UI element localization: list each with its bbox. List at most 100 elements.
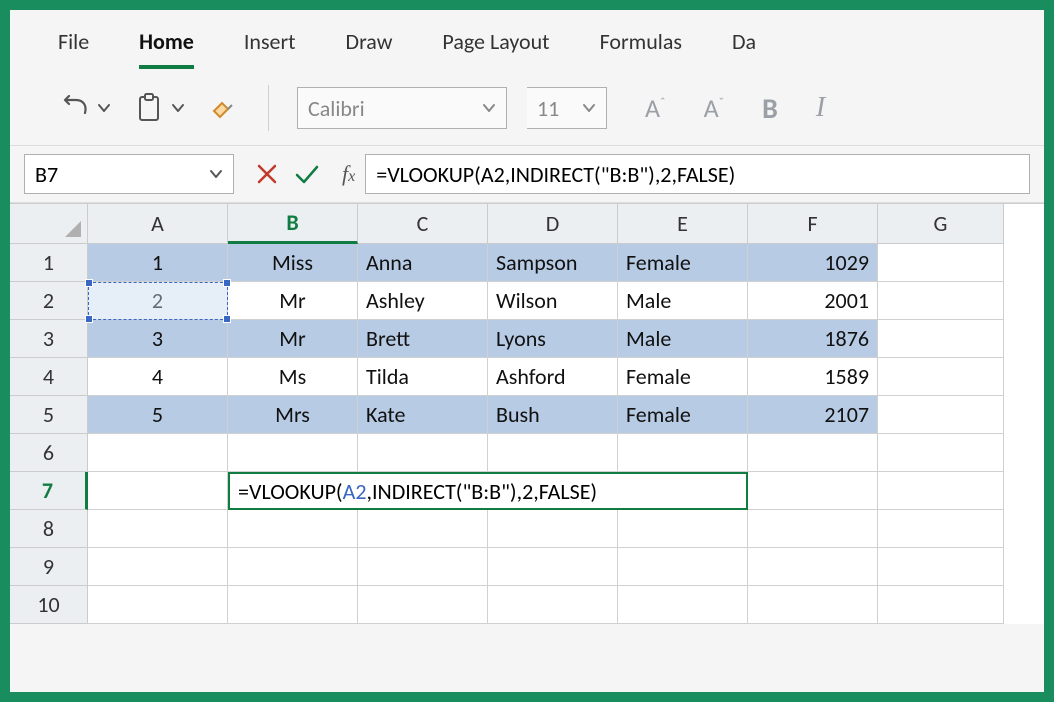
cell-E1[interactable]: Female xyxy=(618,244,748,282)
cell-D3[interactable]: Lyons xyxy=(488,320,618,358)
cell-F8[interactable] xyxy=(748,510,878,548)
cell-G10[interactable] xyxy=(878,586,1004,624)
cell-E4[interactable]: Female xyxy=(618,358,748,396)
sheet-grid[interactable]: ABCDEFG 11MissAnnaSampsonFemale102922MrA… xyxy=(10,203,1044,624)
cell-D1[interactable]: Sampson xyxy=(488,244,618,282)
tab-data[interactable]: Da xyxy=(732,22,756,69)
cell-A8[interactable] xyxy=(88,510,228,548)
cell-D9[interactable] xyxy=(488,548,618,586)
row-header-3[interactable]: 3 xyxy=(10,320,88,358)
column-header-e[interactable]: E xyxy=(618,204,748,244)
cell-G2[interactable] xyxy=(878,282,1004,320)
cell-B5[interactable]: Mrs xyxy=(228,396,358,434)
cell-B2[interactable]: Mr xyxy=(228,282,358,320)
fx-icon[interactable]: fx xyxy=(342,161,355,187)
cell-D5[interactable]: Bush xyxy=(488,396,618,434)
column-header-d[interactable]: D xyxy=(488,204,618,244)
cell-C6[interactable] xyxy=(358,434,488,472)
font-name-select[interactable]: Calibri xyxy=(297,87,507,129)
cell-F3[interactable]: 1876 xyxy=(748,320,878,358)
cell-C8[interactable] xyxy=(358,510,488,548)
row-header-2[interactable]: 2 xyxy=(10,282,88,320)
cell-B8[interactable] xyxy=(228,510,358,548)
cell-A2[interactable]: 2 xyxy=(88,282,228,320)
cell-G1[interactable] xyxy=(878,244,1004,282)
clipboard-icon[interactable] xyxy=(132,91,166,125)
cell-F10[interactable] xyxy=(748,586,878,624)
formula-input[interactable]: =VLOOKUP(A2,INDIRECT("B:B"),2,FALSE) xyxy=(365,154,1030,194)
italic-button[interactable]: I xyxy=(816,92,825,124)
chevron-down-icon[interactable] xyxy=(170,91,186,125)
cell-A3[interactable]: 3 xyxy=(88,320,228,358)
row-header-8[interactable]: 8 xyxy=(10,510,88,548)
row-header-5[interactable]: 5 xyxy=(10,396,88,434)
confirm-icon[interactable] xyxy=(294,163,320,185)
cell-D10[interactable] xyxy=(488,586,618,624)
cell-G8[interactable] xyxy=(878,510,1004,548)
cell-C10[interactable] xyxy=(358,586,488,624)
column-header-c[interactable]: C xyxy=(358,204,488,244)
tab-formulas[interactable]: Formulas xyxy=(600,22,682,69)
row-header-9[interactable]: 9 xyxy=(10,548,88,586)
format-painter-icon[interactable] xyxy=(206,91,240,125)
cell-D2[interactable]: Wilson xyxy=(488,282,618,320)
row-header-7[interactable]: 7 xyxy=(10,472,88,510)
column-header-b[interactable]: B xyxy=(228,204,358,244)
tab-home[interactable]: Home xyxy=(139,22,194,69)
cell-B10[interactable] xyxy=(228,586,358,624)
increase-font-button[interactable]: Aˆ xyxy=(645,92,666,124)
cell-D6[interactable] xyxy=(488,434,618,472)
row-header-10[interactable]: 10 xyxy=(10,586,88,624)
decrease-font-button[interactable]: Aˇ xyxy=(704,92,725,124)
cell-A5[interactable]: 5 xyxy=(88,396,228,434)
tab-draw[interactable]: Draw xyxy=(346,22,393,69)
cell-G9[interactable] xyxy=(878,548,1004,586)
cell-G6[interactable] xyxy=(878,434,1004,472)
cell-E9[interactable] xyxy=(618,548,748,586)
cell-B6[interactable] xyxy=(228,434,358,472)
cell-B4[interactable]: Ms xyxy=(228,358,358,396)
cell-D8[interactable] xyxy=(488,510,618,548)
undo-icon[interactable] xyxy=(58,91,92,125)
cell-G4[interactable] xyxy=(878,358,1004,396)
row-header-1[interactable]: 1 xyxy=(10,244,88,282)
cell-A7[interactable] xyxy=(88,472,228,510)
editing-cell-b7[interactable]: =VLOOKUP(A2,INDIRECT("B:B"),2,FALSE) xyxy=(228,472,748,510)
tab-file[interactable]: File xyxy=(58,22,89,69)
row-header-6[interactable]: 6 xyxy=(10,434,88,472)
select-all-corner[interactable] xyxy=(10,204,88,244)
cell-C3[interactable]: Brett xyxy=(358,320,488,358)
row-header-4[interactable]: 4 xyxy=(10,358,88,396)
cell-C9[interactable] xyxy=(358,548,488,586)
cell-E10[interactable] xyxy=(618,586,748,624)
cell-G7[interactable] xyxy=(878,472,1004,510)
tab-page-layout[interactable]: Page Layout xyxy=(442,22,549,69)
cell-C5[interactable]: Kate xyxy=(358,396,488,434)
column-header-g[interactable]: G xyxy=(878,204,1004,244)
cell-A10[interactable] xyxy=(88,586,228,624)
cell-A1[interactable]: 1 xyxy=(88,244,228,282)
cell-A4[interactable]: 4 xyxy=(88,358,228,396)
cell-C2[interactable]: Ashley xyxy=(358,282,488,320)
cell-F7[interactable] xyxy=(748,472,878,510)
bold-button[interactable]: B xyxy=(762,91,778,126)
cell-C1[interactable]: Anna xyxy=(358,244,488,282)
cancel-icon[interactable] xyxy=(256,163,278,185)
column-header-a[interactable]: A xyxy=(88,204,228,244)
cell-E2[interactable]: Male xyxy=(618,282,748,320)
cell-C4[interactable]: Tilda xyxy=(358,358,488,396)
cell-E6[interactable] xyxy=(618,434,748,472)
cell-F5[interactable]: 2107 xyxy=(748,396,878,434)
cell-E5[interactable]: Female xyxy=(618,396,748,434)
cell-B9[interactable] xyxy=(228,548,358,586)
cell-F2[interactable]: 2001 xyxy=(748,282,878,320)
cell-F9[interactable] xyxy=(748,548,878,586)
cell-G5[interactable] xyxy=(878,396,1004,434)
cell-G3[interactable] xyxy=(878,320,1004,358)
cell-A9[interactable] xyxy=(88,548,228,586)
cell-F6[interactable] xyxy=(748,434,878,472)
cell-E8[interactable] xyxy=(618,510,748,548)
name-box[interactable]: B7 xyxy=(24,154,234,194)
cell-F1[interactable]: 1029 xyxy=(748,244,878,282)
cell-B1[interactable]: Miss xyxy=(228,244,358,282)
